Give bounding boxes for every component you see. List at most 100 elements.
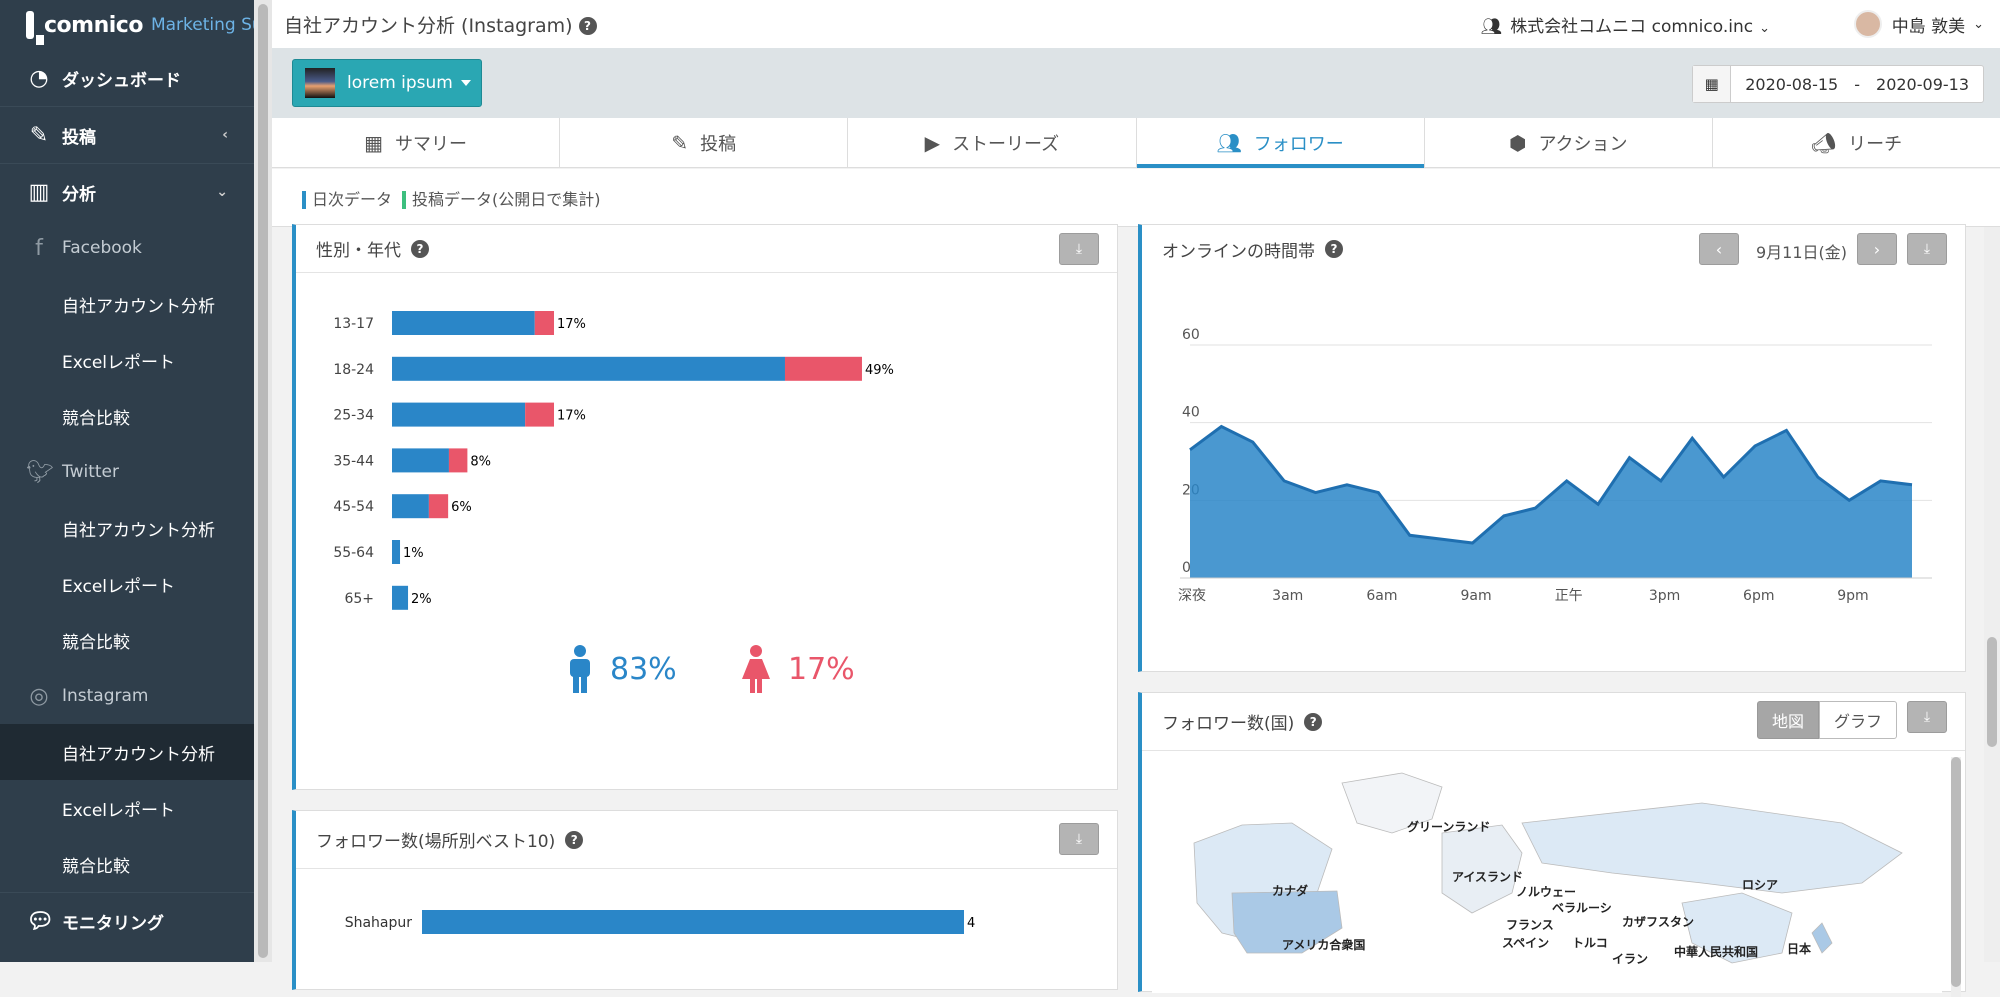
x-tick-label: 6am (1366, 588, 1397, 604)
scrollbar-thumb[interactable] (258, 4, 268, 958)
x-tick-label: 9pm (1837, 588, 1868, 604)
chevron-down-icon: ⌄ (216, 184, 228, 200)
tab-label: フォロワー (1253, 133, 1344, 155)
facebook-icon: f (35, 235, 43, 261)
bar-chart-icon: ▥ (28, 179, 50, 205)
map-label-turkey: トルコ (1572, 936, 1608, 950)
help-icon[interactable]: ? (578, 17, 597, 35)
age-data-label: 8% (470, 454, 491, 469)
sidebar-item-label: 競合比較 (62, 856, 130, 877)
sidebar-item-instagram-excel[interactable]: Excelレポート (0, 780, 254, 836)
sidebar-section-instagram[interactable]: ◎ Instagram (0, 668, 254, 724)
brand-name: comnico (44, 12, 143, 38)
tab-label: リーチ (1848, 133, 1903, 155)
help-icon[interactable]: ? (411, 239, 429, 258)
map-view-button[interactable]: 地図 (1756, 701, 1819, 739)
age-tick-label: 18-24 (333, 362, 374, 378)
org-switcher[interactable]: 👥︎ 株式会社コムニコ comnico.inc ⌄ (1481, 12, 1770, 37)
date-start[interactable]: 2020-08-15 (1731, 75, 1852, 94)
account-name: lorem ipsum (347, 73, 453, 93)
online-hours-chart: 0204060深夜3am6am9am正午3pm6pm9pm (1178, 327, 1932, 604)
tab-label: 投稿 (700, 133, 737, 155)
female-stat: 17% (740, 645, 855, 693)
help-icon[interactable]: ? (1325, 240, 1343, 258)
sidebar-item-analysis[interactable]: ▥ 分析 ⌄ (0, 164, 254, 220)
sidebar-item-posts[interactable]: ✎ 投稿 ‹ (0, 107, 254, 163)
brand-logo[interactable]: comnico Marketing Suite (0, 0, 284, 50)
chevron-down-icon: ⌄ (1759, 21, 1770, 36)
sidebar-item-twitter-own[interactable]: 自社アカウント分析 (0, 500, 254, 556)
tab-stories[interactable]: ▶ ストーリーズ (848, 118, 1137, 167)
user-menu[interactable]: 中島 敦美 ⌄ (1853, 10, 1984, 38)
gender-age-chart: 13-17 17% 18-24 49% 25-34 17% 35-44 8% 45-54 6% 55… (333, 311, 894, 610)
x-tick-label: 深夜 (1178, 588, 1206, 604)
male-stat: 83% (566, 645, 677, 693)
help-icon[interactable]: ? (1304, 712, 1323, 731)
female-bar (448, 448, 468, 473)
date-end[interactable]: 2020-09-13 (1862, 75, 1983, 94)
tab-actions[interactable]: ⬢ アクション (1425, 118, 1713, 167)
help-icon[interactable]: ? (565, 830, 584, 849)
next-day-button[interactable]: › (1857, 233, 1897, 265)
country-panel: フォロワー数(国)? 地図 グラフ ⤓ グリーンランド カナダ アイスランド ノ… (1138, 692, 1966, 997)
tab-summary[interactable]: ▦ サマリー (272, 118, 561, 167)
sidebar-section-facebook[interactable]: f Facebook (0, 220, 254, 276)
sidebar-scrollbar[interactable] (254, 0, 272, 962)
legend-daily: 日次データ (302, 186, 392, 210)
pencil-icon: ✎ (29, 122, 49, 148)
sidebar-item-facebook-compare[interactable]: 競合比較 (0, 388, 254, 444)
female-bar (534, 311, 555, 335)
sidebar-item-twitter-compare[interactable]: 競合比較 (0, 612, 254, 668)
sidebar-item-twitter-excel[interactable]: Excelレポート (0, 556, 254, 612)
map-label-france: フランス (1506, 918, 1554, 932)
sidebar-item-facebook-own[interactable]: 自社アカウント分析 (0, 276, 254, 332)
graph-view-button[interactable]: グラフ (1818, 701, 1897, 739)
badge-icon: ⬢ (1508, 130, 1527, 155)
download-button[interactable]: ⤓ (1059, 233, 1099, 265)
prev-day-button[interactable]: ‹ (1699, 233, 1739, 265)
map-label-russia: ロシア (1742, 878, 1778, 892)
page-title: 自社アカウント分析 (Instagram)? (272, 11, 597, 38)
map-label-canada: カナダ (1272, 883, 1308, 898)
sidebar-item-dashboard[interactable]: ◔ ダッシュボード (0, 50, 254, 106)
x-tick-label: 3pm (1649, 588, 1680, 604)
sidebar-item-facebook-excel[interactable]: Excelレポート (0, 332, 254, 388)
y-tick-label: 60 (1182, 327, 1200, 343)
date-range-picker[interactable]: ▦ 2020-08-15 - 2020-09-13 (1692, 65, 1984, 103)
map-label-iceland: アイスランド (1452, 870, 1523, 884)
legend-marker (402, 191, 407, 209)
world-map[interactable]: グリーンランド カナダ アイスランド ノルウェー ベラルーシ ロシア カザフスタ… (1142, 753, 1962, 993)
age-data-label: 49% (865, 363, 894, 378)
download-button[interactable]: ⤓ (1907, 701, 1947, 733)
male-bar (392, 585, 409, 610)
tab-bar: ▦ サマリー ✎ 投稿 ▶ ストーリーズ 👥︎ フォロワー ⬢ アクション 📣︎ リーチ (272, 118, 2000, 168)
male-bar (392, 494, 429, 519)
panel-header: オンラインの時間帯? ‹ 9月11日(金) › ⤓ (1142, 225, 1965, 273)
male-bar (392, 311, 535, 335)
female-bar (428, 494, 449, 519)
x-tick-label: 6pm (1743, 588, 1774, 604)
date-separator: - (1854, 74, 1861, 94)
tab-posts[interactable]: ✎ 投稿 (560, 118, 849, 167)
sidebar-item-instagram-own[interactable]: 自社アカウント分析 (0, 724, 254, 780)
legend-marker (302, 191, 306, 209)
sidebar-item-instagram-compare[interactable]: 競合比較 (0, 836, 254, 892)
map-label-iran: イラン (1612, 952, 1648, 966)
panel-header: フォロワー数(場所別ベスト10)? ⤓ (296, 811, 1117, 869)
map-scrollbar[interactable] (1951, 757, 1961, 997)
map-label-greenland: グリーンランド (1407, 819, 1490, 834)
download-button[interactable]: ⤓ (1059, 823, 1099, 855)
page-scrollbar[interactable] (1984, 227, 2000, 962)
download-button[interactable]: ⤓ (1907, 233, 1947, 265)
panel-header: 性別・年代? ⤓ (296, 225, 1117, 273)
location-bar (422, 910, 964, 934)
tab-followers[interactable]: 👥︎ フォロワー (1136, 118, 1425, 168)
sidebar-item-label: Facebook (62, 238, 142, 258)
sidebar-item-monitoring[interactable]: 💬︎ モニタリング (0, 893, 254, 949)
scrollbar-thumb[interactable] (1987, 637, 1997, 747)
tab-reach[interactable]: 📣︎ リーチ (1713, 118, 2000, 167)
sidebar-section-twitter[interactable]: 🐦︎ Twitter (0, 444, 254, 500)
panel-title: フォロワー数(国) (1162, 714, 1295, 734)
tab-label: アクション (1538, 133, 1628, 155)
account-selector[interactable]: lorem ipsum (292, 59, 482, 107)
